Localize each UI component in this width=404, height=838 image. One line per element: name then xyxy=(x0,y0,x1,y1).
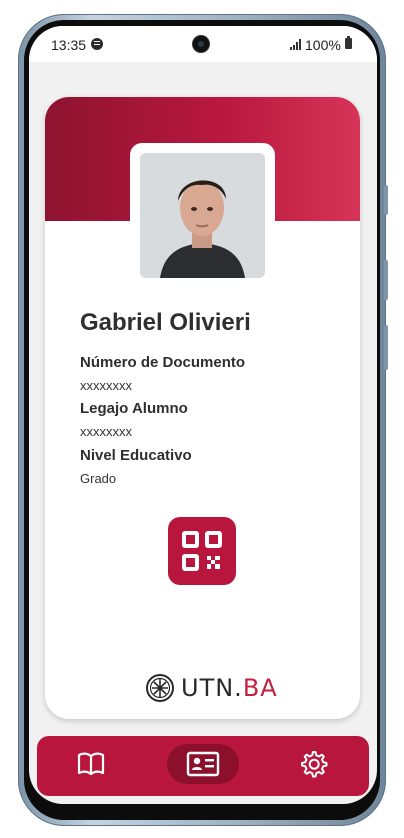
gear-icon xyxy=(301,751,328,778)
qr-code-icon xyxy=(182,531,222,571)
utn-emblem-icon xyxy=(146,674,174,702)
camera-icon xyxy=(193,36,209,52)
id-card-icon xyxy=(186,751,220,777)
student-file-label: Legajo Alumno xyxy=(80,400,188,417)
battery-percentage: 100% xyxy=(305,37,341,53)
nav-settings[interactable] xyxy=(277,744,349,784)
status-bar: 13:35 100% xyxy=(29,26,377,62)
document-number-value: xxxxxxxx xyxy=(80,378,132,393)
student-id-card: Gabriel Olivieri Número de Documento xxx… xyxy=(45,97,360,719)
signal-icon xyxy=(290,39,302,50)
book-icon xyxy=(77,752,105,776)
bottom-navigation xyxy=(37,736,369,796)
status-time: 13:35 xyxy=(51,37,87,53)
nav-library[interactable] xyxy=(55,744,127,784)
utn-logo-prefix: UTN. xyxy=(181,674,243,702)
nav-id-card[interactable] xyxy=(167,744,239,784)
student-name: Gabriel Olivieri xyxy=(80,309,251,336)
battery-icon xyxy=(345,36,352,49)
side-button xyxy=(384,325,388,370)
student-file-value: xxxxxxxx xyxy=(80,424,132,439)
side-button xyxy=(384,185,388,215)
qr-code-button[interactable] xyxy=(168,517,236,585)
side-button xyxy=(384,260,388,300)
utn-ba-logo: UTN.BA xyxy=(145,672,277,704)
spotify-icon xyxy=(91,38,103,50)
phone-screen: 13:35 100% Gabriel Olivieri Número de Do… xyxy=(29,26,377,804)
education-level-label: Nivel Educativo xyxy=(80,447,192,464)
utn-logo-suffix: BA xyxy=(242,674,278,702)
photo-frame xyxy=(130,143,275,283)
education-level-value: Grado xyxy=(80,471,117,486)
document-number-label: Número de Documento xyxy=(80,354,246,371)
student-photo xyxy=(140,153,265,278)
